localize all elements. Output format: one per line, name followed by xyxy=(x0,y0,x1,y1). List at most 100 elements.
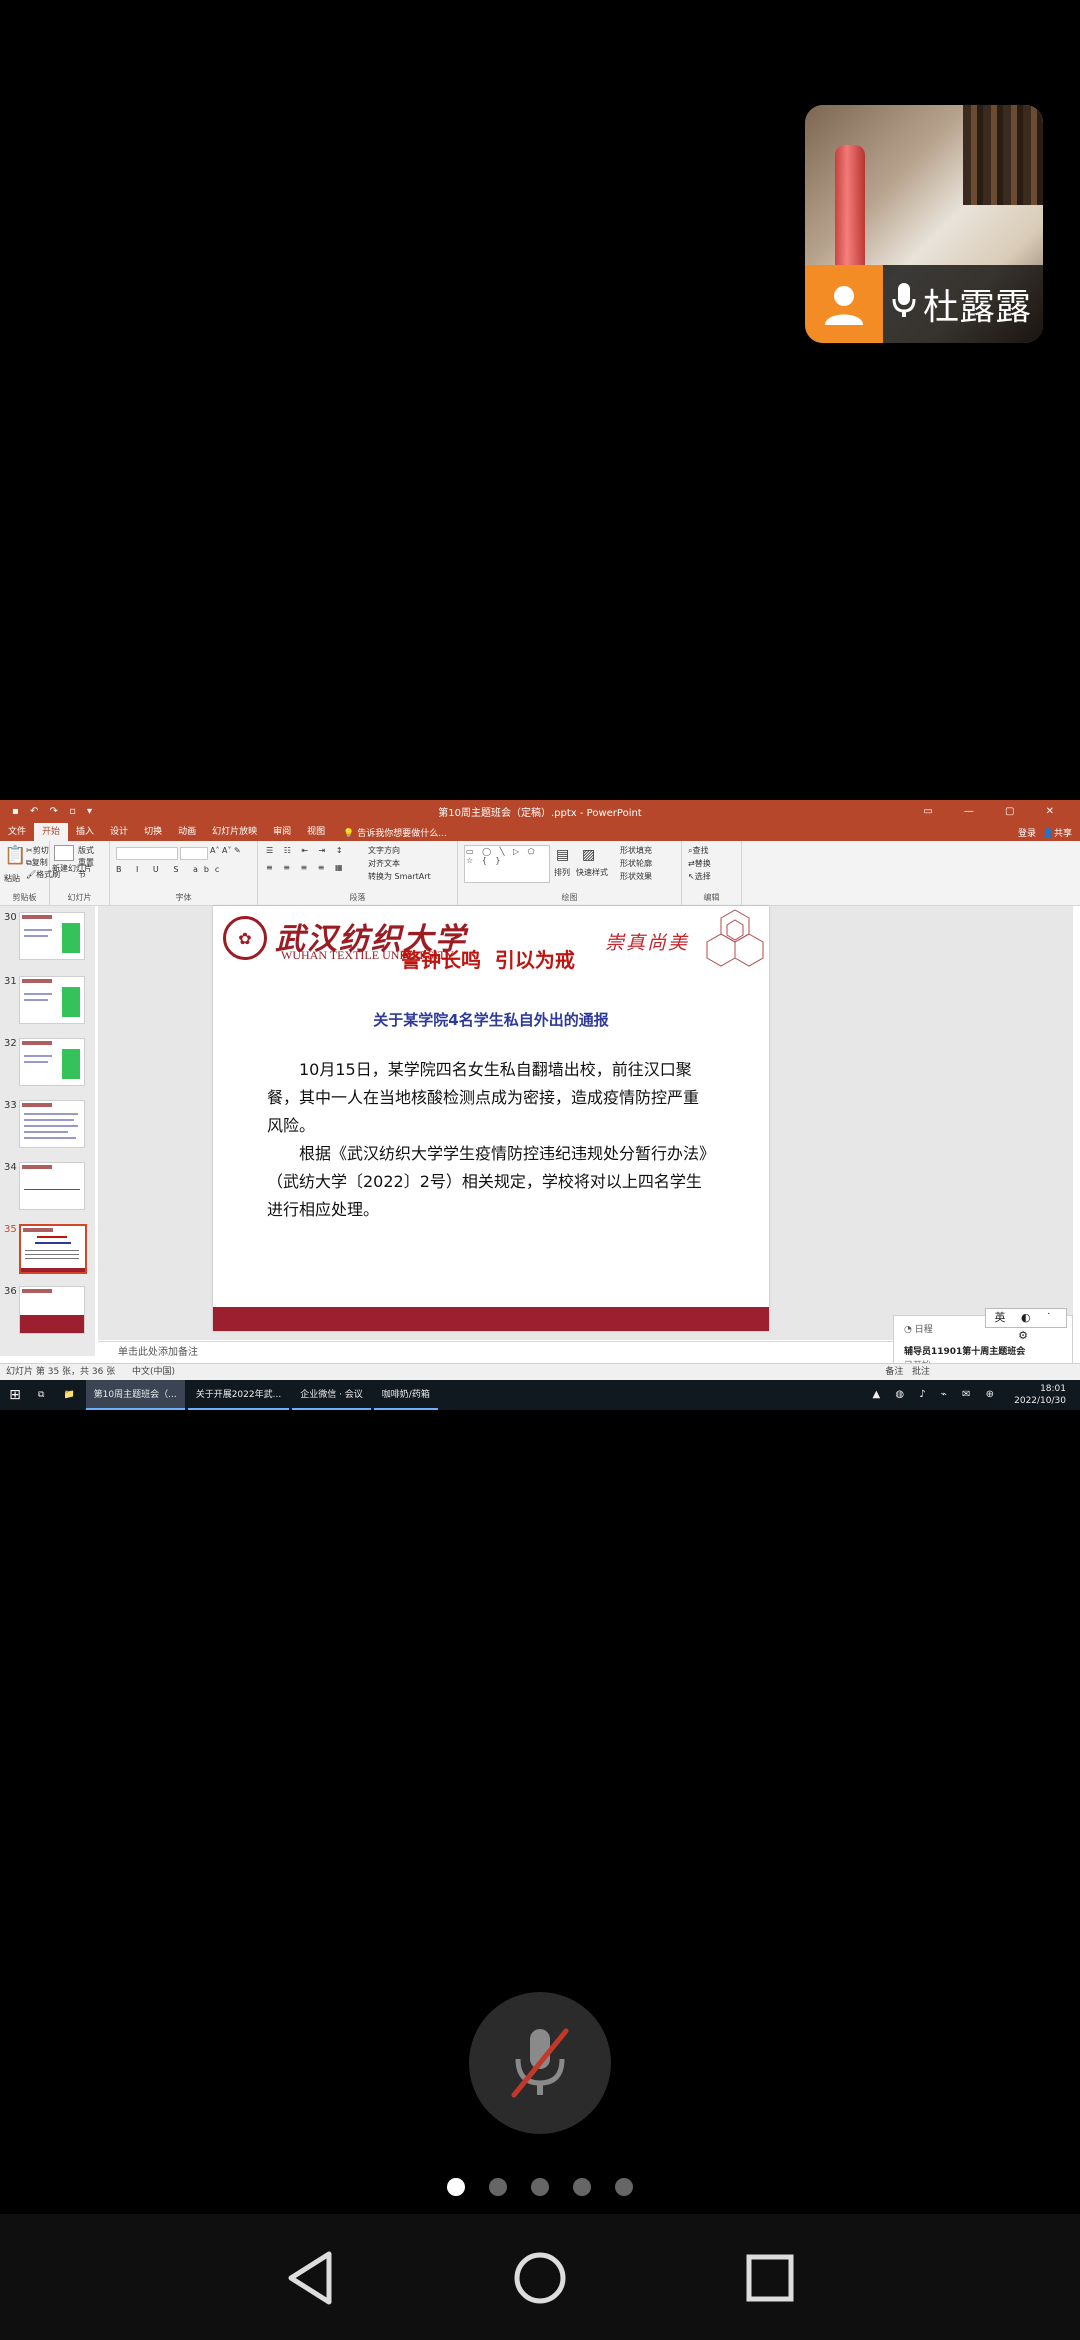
shape-effects-button[interactable]: 形状效果 xyxy=(620,871,652,882)
participant-name: 杜露露 xyxy=(923,287,1032,328)
back-triangle-icon xyxy=(288,2251,332,2305)
paragraph-label: 段落 xyxy=(349,893,366,902)
university-seal-icon: ✿ xyxy=(223,916,267,960)
slide-thumbnail-30[interactable]: 30 xyxy=(0,908,95,966)
taskbar-item-other[interactable]: 咖啡奶/药箱 xyxy=(373,1380,438,1410)
window-controls[interactable]: ▭ — ▢ ✕ xyxy=(923,806,1068,817)
clipboard-group: 📋 粘贴 ✂剪切 ⧉复制 🖌格式刷 剪贴板 xyxy=(0,841,60,905)
tab-home[interactable]: 开始 xyxy=(34,823,69,841)
home-circle-icon xyxy=(514,2252,566,2304)
font-size-select[interactable] xyxy=(180,847,208,860)
paste-icon[interactable]: 📋 xyxy=(4,845,26,866)
login-link[interactable]: 登录 xyxy=(1018,826,1036,839)
windows-start-icon[interactable]: ⊞ xyxy=(0,1387,30,1403)
mute-toggle-button[interactable] xyxy=(469,1992,611,2134)
tab-slideshow[interactable]: 幻灯片放映 xyxy=(204,823,265,841)
slide-paragraph-1: 10月15日，某学院四名女生私自翻墙出校，前往汉口聚餐，其中一人在当地核酸检测点… xyxy=(267,1060,700,1135)
page-dot-5[interactable] xyxy=(615,2178,633,2196)
select-button[interactable]: ↖选择 xyxy=(688,871,711,882)
reset-button[interactable]: 重置 xyxy=(78,857,94,868)
font-size-buttons[interactable]: A˄ A˅ ✎ xyxy=(210,846,241,855)
font-style-buttons[interactable]: B I U S abc xyxy=(116,865,225,874)
tab-file[interactable]: 文件 xyxy=(0,823,34,841)
microphone-icon xyxy=(891,281,917,328)
schedule-title: ◔ 日程 xyxy=(904,1325,933,1335)
taskbar-item-wecom[interactable]: 企业微信 · 会议 xyxy=(292,1380,371,1410)
hexagon-decoration-icon xyxy=(706,909,764,967)
language-indicator[interactable]: 中文(中国) xyxy=(132,1364,175,1381)
recents-button[interactable] xyxy=(740,2248,800,2308)
shapes-gallery[interactable]: ▭ ◯ ╲ ▷ ⬠ ☆ { } xyxy=(464,845,550,883)
slide-thumbnail-34[interactable]: 34 xyxy=(0,1158,95,1216)
slide-thumbnail-32[interactable]: 32 xyxy=(0,1034,95,1092)
ime-toolbar[interactable]: 英 ◐ ˙ ⚙ xyxy=(985,1308,1067,1342)
arrange-button[interactable]: 排列 xyxy=(554,867,570,878)
slide-thumbnail-35[interactable]: 35 xyxy=(0,1220,95,1278)
slide-thumbnail-31[interactable]: 31 xyxy=(0,972,95,1030)
page-dot-2[interactable] xyxy=(489,2178,507,2196)
section-button[interactable]: 节 xyxy=(78,869,86,880)
tell-me-search[interactable]: 💡 告诉我你想要做什么... xyxy=(343,826,447,839)
comments-toggle[interactable]: 批注 xyxy=(912,1367,930,1377)
slide-thumbnail-33[interactable]: 33 xyxy=(0,1096,95,1154)
page-dot-4[interactable] xyxy=(573,2178,591,2196)
clipboard-label: 剪贴板 xyxy=(12,893,37,902)
home-button[interactable] xyxy=(510,2248,570,2308)
quick-access-icons[interactable]: ▪ ↶ ↷ ▫ ▾ xyxy=(12,806,96,817)
font-label: 字体 xyxy=(175,893,192,902)
recents-square-icon xyxy=(746,2254,794,2302)
system-tray-icons[interactable]: ▲ ◍ ♪ ⌁ ✉ ⊕ xyxy=(873,1389,1000,1400)
slide-headline: 警钟长鸣 引以为戒 xyxy=(401,948,575,972)
align-buttons[interactable]: ≡ ≡ ≡ ≡ ▦ xyxy=(266,863,347,872)
arrange-icon[interactable]: ▤ xyxy=(556,847,569,863)
shared-screen: ▪ ↶ ↷ ▫ ▾ 第10周主题班会（定稿）.pptx - PowerPoint… xyxy=(0,800,1080,1410)
text-direction-button[interactable]: 文字方向 xyxy=(368,845,400,856)
tab-view[interactable]: 视图 xyxy=(299,823,333,841)
back-button[interactable] xyxy=(280,2248,340,2308)
list-buttons[interactable]: ☰ ☷ ⇤ ⇥ ↕ xyxy=(266,846,347,855)
new-slide-icon[interactable] xyxy=(54,845,74,861)
participant-video-tile[interactable]: 杜露露 xyxy=(805,105,1043,343)
align-text-button[interactable]: 对齐文本 xyxy=(368,858,400,869)
shape-fill-button[interactable]: 形状填充 xyxy=(620,845,652,856)
lightbulb-icon: 💡 xyxy=(343,828,355,839)
tab-review[interactable]: 审阅 xyxy=(265,823,299,841)
drawing-group: ▭ ◯ ╲ ▷ ⬠ ☆ { } ▤ 排列 ▨ 快速样式 形状填充 形状轮廓 形状… xyxy=(458,841,682,905)
tab-animations[interactable]: 动画 xyxy=(170,823,204,841)
task-view-icon[interactable]: ⧉ xyxy=(30,1380,52,1410)
copy-button[interactable]: ⧉复制 xyxy=(26,857,48,868)
current-slide[interactable]: ✿ 武汉纺织大学 WUHAN TEXTILE UNIVERSITY 崇真尚美 警… xyxy=(213,906,769,1331)
replace-button[interactable]: ⇄替换 xyxy=(688,858,711,869)
slide-count: 幻灯片 第 35 张，共 36 张 xyxy=(6,1367,116,1377)
university-motto: 崇真尚美 xyxy=(605,932,690,954)
ribbon-home: 📋 粘贴 ✂剪切 ⧉复制 🖌格式刷 剪贴板 新建幻灯片 版式 重置 节 幻灯片 … xyxy=(0,841,1080,906)
user-avatar-icon xyxy=(805,265,883,343)
page-dot-1[interactable] xyxy=(447,2178,465,2196)
taskbar-item-browser[interactable]: 关于开展2022年武... xyxy=(187,1380,290,1410)
font-family-select[interactable] xyxy=(116,847,178,860)
quick-styles-icon[interactable]: ▨ xyxy=(582,847,595,863)
slide-thumbnail-36[interactable]: 36 xyxy=(0,1282,95,1340)
slide-footer-band xyxy=(213,1307,769,1331)
notes-toggle[interactable]: 备注 xyxy=(885,1367,903,1377)
windows-taskbar: ⊞ ⧉ 📁 第10周主题班会（... 关于开展2022年武... 企业微信 · … xyxy=(0,1380,1080,1410)
tab-insert[interactable]: 插入 xyxy=(68,823,102,841)
find-button[interactable]: ⌕查找 xyxy=(688,845,708,856)
slide-body: 10月15日，某学院四名女生私自翻墙出校，前往汉口聚餐，其中一人在当地核酸检测点… xyxy=(267,1056,709,1224)
tab-transitions[interactable]: 切换 xyxy=(136,823,170,841)
cut-button[interactable]: ✂剪切 xyxy=(26,845,49,856)
person-icon: 👤 xyxy=(1042,828,1054,839)
taskbar-item-powerpoint[interactable]: 第10周主题班会（... xyxy=(85,1380,185,1410)
page-dot-3[interactable] xyxy=(531,2178,549,2196)
tab-design[interactable]: 设计 xyxy=(102,823,136,841)
quick-styles-button[interactable]: 快速样式 xyxy=(576,867,608,878)
status-bar: 幻灯片 第 35 张，共 36 张 中文(中国) 备注 批注 xyxy=(0,1363,1080,1381)
layout-button[interactable]: 版式 xyxy=(78,845,94,856)
file-explorer-icon[interactable]: 📁 xyxy=(55,1380,82,1410)
shape-outline-button[interactable]: 形状轮廓 xyxy=(620,858,652,869)
share-button[interactable]: 👤共享 xyxy=(1043,826,1072,839)
slide-paragraph-2: 根据《武汉纺织大学学生疫情防控违纪违规处分暂行办法》（武纺大学〔2022〕2号）… xyxy=(267,1144,708,1219)
smartart-button[interactable]: 转换为 SmartArt xyxy=(368,871,431,882)
taskbar-clock[interactable]: 18:01 2022/10/30 xyxy=(1014,1383,1066,1407)
paste-button[interactable]: 粘贴 xyxy=(4,873,20,884)
